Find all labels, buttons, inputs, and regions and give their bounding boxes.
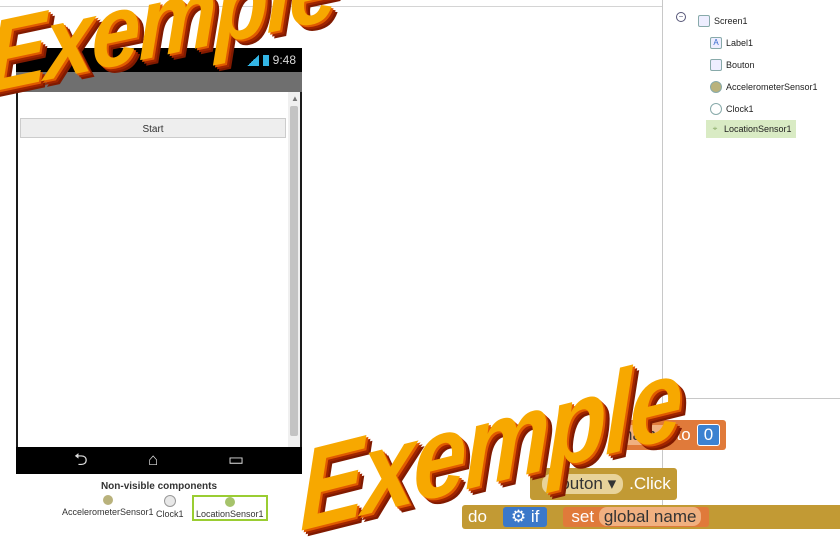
nonvisible-title: Non-visible components: [100, 481, 218, 492]
nonvisible-item-label: AccelerometerSensor1: [62, 507, 154, 517]
set-label: set: [571, 507, 595, 526]
tree-item-label: Label1: [726, 38, 754, 48]
phone-screen: Start ▲: [18, 92, 300, 447]
tree-item-bouton[interactable]: Bouton: [710, 58, 755, 72]
tree-item-label: AccelerometerSensor1: [726, 82, 818, 92]
tree-item-label: LocationSensor1: [724, 124, 792, 134]
tree-item-clock[interactable]: Clock1: [710, 102, 754, 116]
screen-scrollbar[interactable]: ▲: [288, 92, 300, 447]
number-block[interactable]: 0: [696, 424, 721, 446]
nonvisible-accelerometer[interactable]: AccelerometerSensor1: [62, 495, 154, 517]
if-block[interactable]: ⚙ if: [502, 507, 548, 527]
phone-nav-bar: ⮌ ⌂ ▭: [16, 447, 302, 474]
collapse-icon[interactable]: −: [676, 12, 686, 22]
tree-item-label: Bouton: [726, 60, 755, 70]
clock-icon: [163, 495, 176, 507]
components-tree: − Screen1 A Label1 Bouton AccelerometerS…: [668, 0, 840, 410]
phone-preview: 9:48 Start ▲ ⮌ ⌂ ▭: [16, 48, 302, 474]
recent-apps-icon[interactable]: ▭: [228, 451, 244, 469]
tree-item-accelerometer[interactable]: AccelerometerSensor1: [710, 80, 818, 94]
scroll-up-icon[interactable]: ▲: [291, 94, 299, 103]
button-icon: [710, 59, 722, 71]
tree-item-label: Clock1: [726, 104, 754, 114]
tree-bottom-divider: [668, 398, 840, 399]
tree-item-screen1[interactable]: Screen1: [698, 14, 748, 28]
screen-icon: [698, 15, 710, 27]
accelerometer-icon: [710, 81, 722, 93]
nonvisible-item-label: Clock1: [156, 509, 184, 519]
start-button[interactable]: Start: [20, 118, 286, 138]
global-name-pill[interactable]: global name: [598, 507, 702, 526]
set-global-block[interactable]: set global name: [563, 507, 710, 527]
nonvisible-item-label: LocationSensor1: [196, 509, 264, 519]
gear-icon[interactable]: ⚙: [511, 507, 526, 526]
nonvisible-location[interactable]: LocationSensor1: [192, 495, 268, 521]
clock-icon: [710, 103, 722, 115]
do-block[interactable]: do ⚙ if set global name: [462, 505, 840, 529]
accelerometer-icon: [102, 495, 113, 505]
tree-item-label1[interactable]: A Label1: [710, 36, 753, 50]
tree-item-location[interactable]: ⌖ LocationSensor1: [706, 120, 796, 138]
tree-item-label: Screen1: [714, 16, 748, 26]
nonvisible-clock[interactable]: Clock1: [156, 495, 184, 519]
scroll-thumb[interactable]: [290, 106, 298, 436]
location-pin-icon: ⌖: [712, 124, 718, 133]
back-icon[interactable]: ⮌: [74, 451, 88, 469]
location-pin-icon: [224, 497, 235, 507]
if-label: if: [530, 507, 540, 526]
event-name: .Click: [629, 474, 671, 493]
label-icon: A: [710, 37, 722, 49]
home-icon[interactable]: ⌂: [148, 451, 158, 469]
